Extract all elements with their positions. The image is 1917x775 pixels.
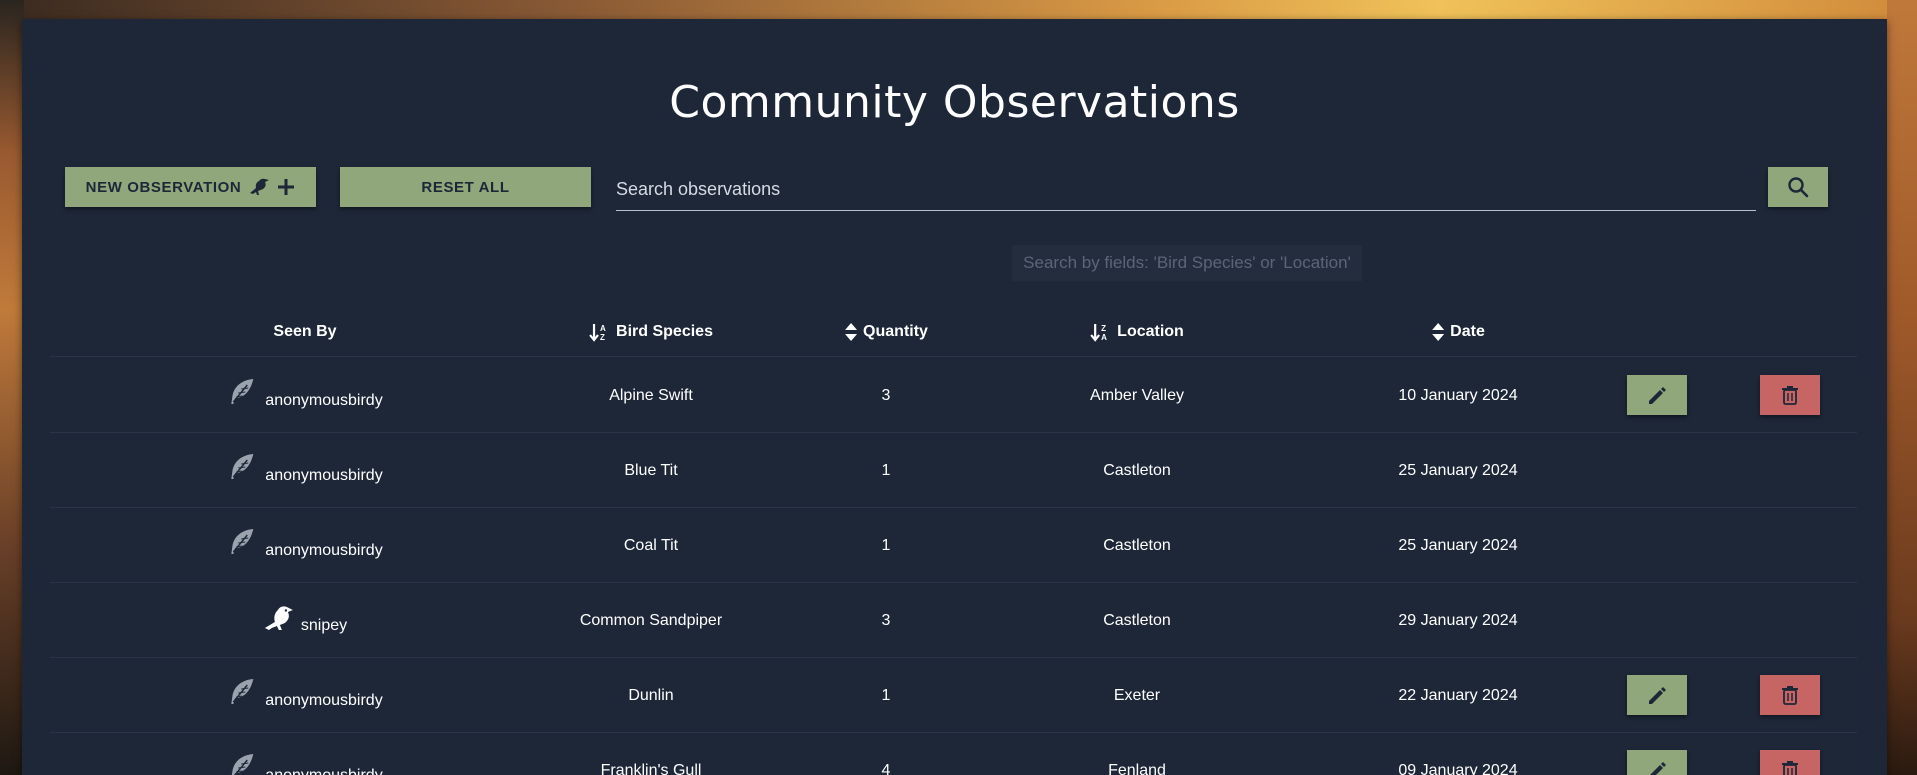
avatar [227, 452, 259, 489]
date-cell: 22 January 2024 [1398, 686, 1518, 704]
location-cell: Exeter [1113, 686, 1161, 704]
pencil-icon [1649, 687, 1666, 704]
avatar [227, 377, 259, 414]
avatar [227, 752, 259, 775]
feather-icon [231, 754, 254, 775]
avatar [263, 602, 295, 639]
plus-icon [278, 179, 295, 195]
column-header-date[interactable]: Date [1431, 307, 1485, 357]
table-row: anonymousbirdy Coal Tit 1 Castleton 25 J… [50, 508, 1857, 583]
svg-text:Z: Z [600, 333, 605, 342]
search-button[interactable] [1768, 167, 1828, 207]
seen-by-cell: anonymousbirdy [227, 358, 383, 433]
seen-by-cell: anonymousbirdy [227, 508, 383, 583]
reset-all-label: RESET ALL [421, 178, 510, 196]
user-name: anonymousbirdy [265, 691, 383, 709]
crow-icon [250, 178, 270, 195]
location-cell: Castleton [1103, 611, 1171, 629]
species-cell: Coal Tit [623, 536, 679, 554]
trash-icon [1782, 761, 1798, 775]
location-cell: Castleton [1103, 461, 1171, 479]
feather-icon [231, 379, 254, 404]
user-name: anonymousbirdy [265, 466, 383, 484]
background-tree-right [1887, 0, 1917, 775]
trash-icon [1782, 686, 1798, 705]
background-tree-left [0, 0, 24, 775]
quantity-cell: 4 [881, 761, 891, 775]
edit-button[interactable] [1627, 750, 1687, 775]
column-header-location[interactable]: Z A Location [1090, 307, 1184, 357]
search-icon [1788, 177, 1809, 198]
avatar [227, 677, 259, 714]
date-cell: 29 January 2024 [1398, 611, 1518, 629]
seen-by-cell: anonymousbirdy [227, 658, 383, 733]
svg-text:Z: Z [1101, 324, 1106, 333]
table-row: anonymousbirdy Blue Tit 1 Castleton 25 J… [50, 433, 1857, 508]
quantity-cell: 3 [881, 611, 891, 629]
seen-by-cell: snipey [263, 583, 347, 658]
column-header-bird-species[interactable]: A Z Bird Species [589, 307, 713, 357]
edit-button[interactable] [1627, 375, 1687, 415]
species-cell: Dunlin [628, 686, 674, 704]
page-title: Community Observations [669, 77, 1240, 128]
table-row: anonymousbirdy Alpine Swift 3 Amber Vall… [50, 358, 1857, 433]
table-row: anonymousbirdy Dunlin 1 Exeter 22 Januar… [50, 658, 1857, 733]
location-cell: Fenland [1108, 761, 1166, 775]
quantity-cell: 1 [881, 686, 891, 704]
user-name: snipey [300, 616, 348, 634]
feather-icon [231, 679, 254, 704]
pencil-icon [1649, 387, 1666, 404]
edit-button[interactable] [1627, 675, 1687, 715]
feather-icon [231, 529, 254, 554]
user-name: anonymousbirdy [265, 541, 383, 559]
species-cell: Alpine Swift [609, 386, 693, 404]
seen-by-cell: anonymousbirdy [227, 433, 383, 508]
search-input[interactable] [616, 177, 1756, 211]
location-cell: Amber Valley [1090, 386, 1184, 404]
date-cell: 25 January 2024 [1398, 536, 1518, 554]
new-observation-label: NEW OBSERVATION [85, 178, 242, 196]
sort-z-a-icon: Z A [1090, 324, 1107, 342]
delete-button[interactable] [1760, 375, 1820, 415]
delete-button[interactable] [1760, 750, 1820, 775]
svg-text:A: A [600, 324, 606, 333]
location-cell: Castleton [1103, 536, 1171, 554]
delete-button[interactable] [1760, 675, 1820, 715]
date-cell: 09 January 2024 [1398, 761, 1518, 775]
pencil-icon [1650, 762, 1666, 775]
reset-all-button[interactable]: RESET ALL [340, 167, 591, 207]
observations-panel: Community Observations NEW OBSERVATION R… [22, 19, 1887, 775]
bird-icon [264, 606, 293, 630]
feather-icon [231, 454, 254, 479]
species-cell: Franklin's Gull [600, 761, 702, 775]
table-header: Seen By A Z Bird Species Quantity Z A Lo… [50, 307, 1857, 357]
search-hint-tooltip: Search by fields: 'Bird Species' or 'Loc… [1012, 245, 1362, 281]
user-name: anonymousbirdy [265, 766, 383, 775]
column-header-seen-by: Seen By [273, 323, 337, 340]
column-header-quantity[interactable]: Quantity [844, 307, 928, 357]
avatar [227, 527, 259, 564]
date-cell: 25 January 2024 [1398, 461, 1518, 479]
table-row: snipey Common Sandpiper 3 Castleton 29 J… [50, 583, 1857, 658]
quantity-cell: 1 [881, 536, 891, 554]
sort-a-z-icon: A Z [589, 324, 606, 342]
species-cell: Blue Tit [624, 461, 678, 479]
trash-icon [1782, 386, 1798, 405]
date-cell: 10 January 2024 [1398, 386, 1518, 404]
quantity-cell: 1 [881, 461, 891, 479]
species-cell: Common Sandpiper [579, 611, 723, 629]
svg-text:A: A [1101, 333, 1107, 342]
quantity-cell: 3 [881, 386, 891, 404]
sort-icon [845, 323, 858, 341]
sort-icon [1432, 323, 1445, 341]
new-observation-button[interactable]: NEW OBSERVATION [65, 167, 316, 207]
user-name: anonymousbirdy [265, 391, 383, 409]
table-row: anonymousbirdy Franklin's Gull 4 Fenland… [50, 733, 1857, 775]
seen-by-cell: anonymousbirdy [227, 733, 383, 775]
